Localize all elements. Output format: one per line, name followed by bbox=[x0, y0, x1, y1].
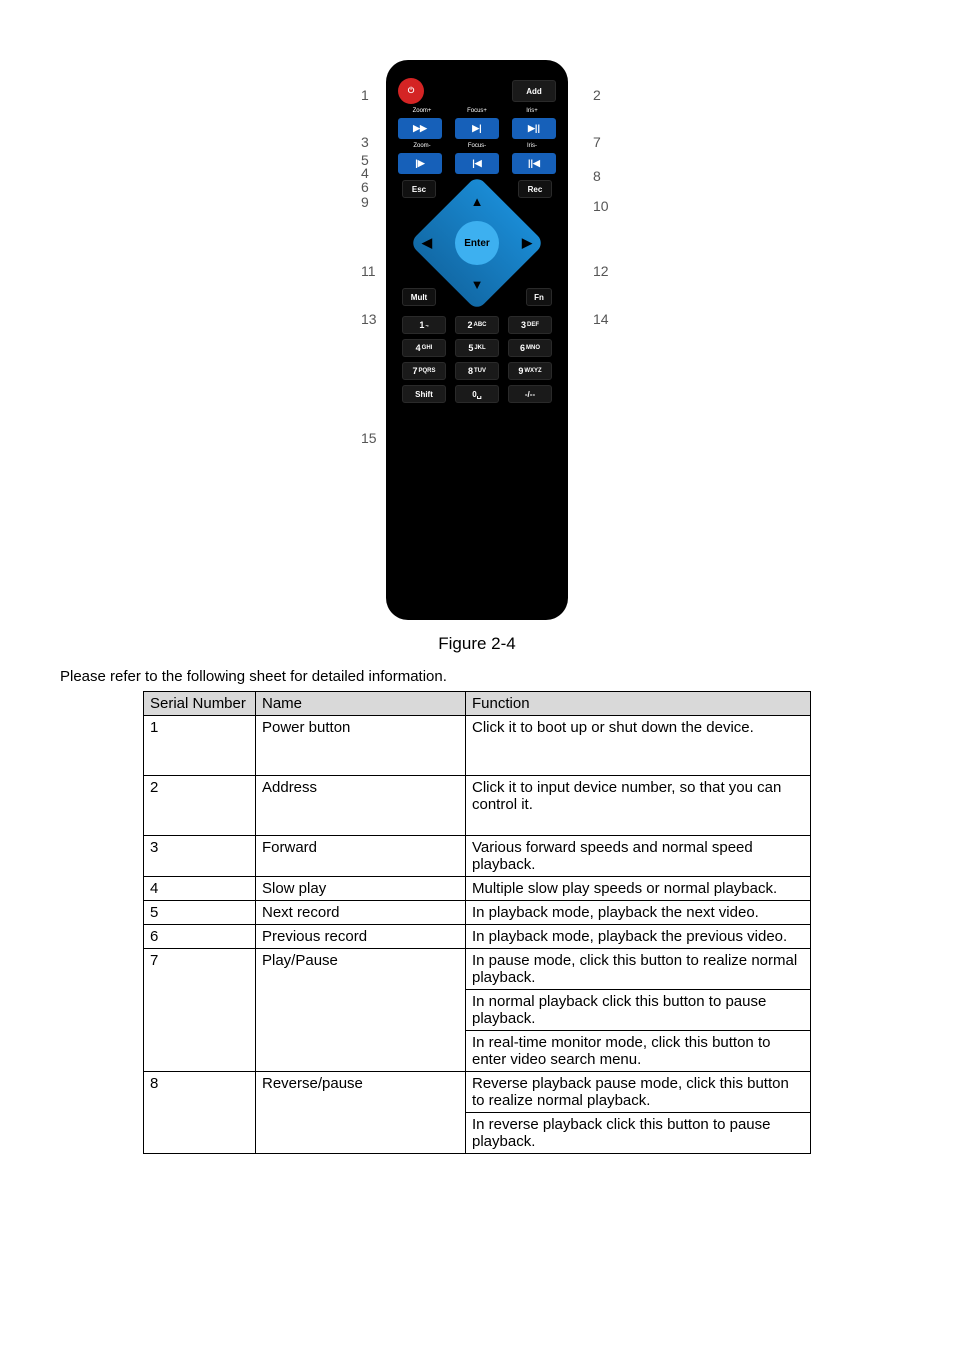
remote-diagram: 1 3 5 4 6 9 11 13 15 2 7 8 10 12 14 ⏻ Ad… bbox=[386, 60, 568, 620]
cell-function: Reverse playback pause mode, click this … bbox=[466, 1072, 811, 1113]
callout-2: 2 bbox=[593, 87, 601, 103]
mult-button[interactable]: Mult bbox=[402, 288, 436, 306]
previous-record-button[interactable]: |◀ bbox=[455, 153, 499, 174]
cell-name: Play/Pause bbox=[256, 949, 466, 1072]
figure-block: 1 3 5 4 6 9 11 13 15 2 7 8 10 12 14 ⏻ Ad… bbox=[60, 60, 894, 654]
enter-button[interactable]: Enter bbox=[455, 221, 499, 265]
cell-name: Reverse/pause bbox=[256, 1072, 466, 1154]
callout-3: 3 bbox=[361, 134, 369, 150]
callout-1: 1 bbox=[361, 87, 369, 103]
cell-function: In playback mode, playback the previous … bbox=[466, 925, 811, 949]
power-button[interactable]: ⏻ bbox=[398, 78, 424, 104]
cell-sn: 6 bbox=[144, 925, 256, 949]
cell-name: Slow play bbox=[256, 877, 466, 901]
key-4GHI[interactable]: 4GHI bbox=[402, 339, 446, 357]
label-focus-minus: Focus- bbox=[453, 143, 501, 149]
cell-sn: 5 bbox=[144, 901, 256, 925]
key-Shift[interactable]: Shift bbox=[402, 385, 446, 403]
numpad: 1., 2ABC 3DEF 4GHI 5JKL 6MNO 7PQRS 8TUV 9WXYZ Shi… bbox=[396, 316, 558, 403]
cell-name: Power button bbox=[256, 716, 466, 776]
cell-sn: 2 bbox=[144, 776, 256, 836]
cell-name: Address bbox=[256, 776, 466, 836]
header-function: Function bbox=[466, 692, 811, 716]
right-arrow-button[interactable]: ▶ bbox=[522, 235, 532, 251]
label-iris-plus: Iris+ bbox=[508, 108, 556, 114]
key-3DEF[interactable]: 3DEF bbox=[508, 316, 552, 334]
cell-sn: 8 bbox=[144, 1072, 256, 1154]
key-[interactable]: -/-- bbox=[508, 385, 552, 403]
label-iris-minus: Iris- bbox=[508, 143, 556, 149]
key-2ABC[interactable]: 2ABC bbox=[455, 316, 499, 334]
cell-function: Multiple slow play speeds or normal play… bbox=[466, 877, 811, 901]
cell-sn: 4 bbox=[144, 877, 256, 901]
callout-10: 10 bbox=[593, 198, 609, 214]
callout-15: 15 bbox=[361, 430, 377, 446]
label-zoom-minus: Zoom- bbox=[398, 143, 446, 149]
cell-name: Forward bbox=[256, 836, 466, 877]
cell-function: In real-time monitor mode, click this bu… bbox=[466, 1031, 811, 1072]
cell-function: Various forward speeds and normal speed … bbox=[466, 836, 811, 877]
label-zoom-plus: Zoom+ bbox=[398, 108, 446, 114]
rec-button[interactable]: Rec bbox=[518, 180, 552, 198]
key-1[interactable]: 1., bbox=[402, 316, 446, 334]
callout-8: 8 bbox=[593, 168, 601, 184]
label-focus-plus: Focus+ bbox=[453, 108, 501, 114]
cell-function: In reverse playback click this button to… bbox=[466, 1113, 811, 1154]
cell-sn: 7 bbox=[144, 949, 256, 1072]
reverse-pause-button[interactable]: ||◀ bbox=[512, 153, 556, 174]
down-arrow-button[interactable]: ▼ bbox=[471, 277, 484, 292]
callout-6: 6 bbox=[361, 179, 369, 195]
next-record-button[interactable]: ▶| bbox=[455, 118, 499, 139]
header-name: Name bbox=[256, 692, 466, 716]
callout-11: 11 bbox=[361, 263, 376, 279]
callout-7: 7 bbox=[593, 134, 601, 150]
cell-function: In pause mode, click this button to real… bbox=[466, 949, 811, 990]
left-arrow-button[interactable]: ◀ bbox=[422, 235, 432, 251]
remote-function-table: Serial Number Name Function 1Power butto… bbox=[143, 691, 811, 1154]
key-0[interactable]: 0␣ bbox=[455, 385, 499, 403]
callout-9: 9 bbox=[361, 194, 369, 210]
callout-14: 14 bbox=[593, 311, 609, 327]
slow-play-button[interactable]: |▶ bbox=[398, 153, 442, 174]
header-serial: Serial Number bbox=[144, 692, 256, 716]
cell-function: In normal playback click this button to … bbox=[466, 990, 811, 1031]
callout-12: 12 bbox=[593, 263, 609, 279]
cell-name: Previous record bbox=[256, 925, 466, 949]
table-intro-text: Please refer to the following sheet for … bbox=[60, 668, 894, 685]
cell-name: Next record bbox=[256, 901, 466, 925]
cell-sn: 1 bbox=[144, 716, 256, 776]
play-pause-button[interactable]: ▶|| bbox=[512, 118, 556, 139]
callout-13: 13 bbox=[361, 311, 377, 327]
forward-button[interactable]: ▶▶ bbox=[398, 118, 442, 139]
cell-function: Click it to boot up or shut down the dev… bbox=[466, 716, 811, 776]
up-arrow-button[interactable]: ▲ bbox=[471, 194, 484, 209]
fn-button[interactable]: Fn bbox=[526, 288, 552, 306]
key-7PQRS[interactable]: 7PQRS bbox=[402, 362, 446, 380]
key-5JKL[interactable]: 5JKL bbox=[455, 339, 499, 357]
add-button[interactable]: Add bbox=[512, 80, 556, 102]
cell-function: Click it to input device number, so that… bbox=[466, 776, 811, 836]
key-9WXYZ[interactable]: 9WXYZ bbox=[508, 362, 552, 380]
key-8TUV[interactable]: 8TUV bbox=[455, 362, 499, 380]
figure-caption: Figure 2-4 bbox=[60, 634, 894, 654]
esc-button[interactable]: Esc bbox=[402, 180, 436, 198]
key-6MNO[interactable]: 6MNO bbox=[508, 339, 552, 357]
cell-sn: 3 bbox=[144, 836, 256, 877]
cell-function: In playback mode, playback the next vide… bbox=[466, 901, 811, 925]
